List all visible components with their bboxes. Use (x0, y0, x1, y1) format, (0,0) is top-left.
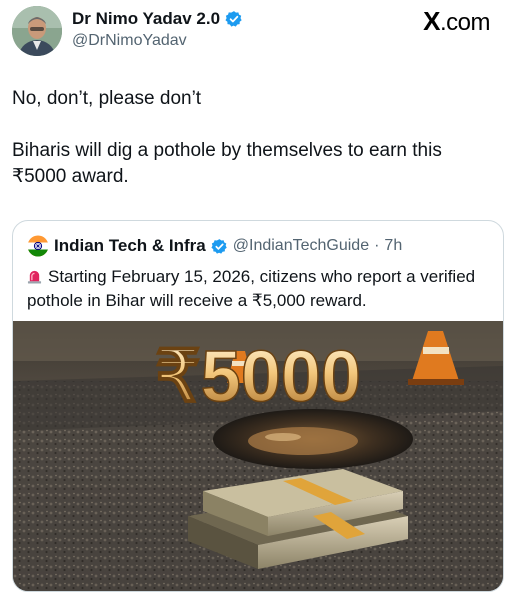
site-mark-suffix: .com (439, 9, 491, 36)
pothole-with-cash-stack-image[interactable]: ₹5000 (13, 321, 503, 591)
quoted-body: Starting February 15, 2026, citizens who… (27, 265, 497, 313)
quoted-time[interactable]: 7h (384, 237, 402, 255)
tweet-text-line1: No, don’t, please don’t (12, 88, 202, 109)
quoted-separator: · (374, 237, 380, 254)
author-display-name[interactable]: Dr Nimo Yadav 2.0 (72, 9, 220, 29)
quoted-tweet-card[interactable]: Indian Tech & Infra @IndianTechGuide · 7h … (12, 220, 504, 592)
quoted-body-text: Starting February 15, 2026, citizens who… (27, 267, 476, 310)
x-logo-icon: X (423, 6, 440, 36)
quoted-display-name[interactable]: Indian Tech & Infra (54, 236, 206, 256)
verified-badge-icon (225, 11, 242, 27)
avatar-portrait-icon (12, 6, 62, 56)
x-com-watermark: X.com (423, 6, 490, 37)
quoted-handle[interactable]: @IndianTechGuide (233, 237, 369, 255)
tweet-text-line2: Biharis will dig a pothole by themselves… (12, 140, 442, 187)
siren-icon (27, 270, 42, 284)
author-name-row: Dr Nimo Yadav 2.0 (72, 9, 243, 29)
author-avatar[interactable] (12, 6, 62, 56)
verified-badge-icon (211, 238, 227, 254)
image-overlay-amount: ₹5000 (155, 337, 361, 417)
india-flag-wheel-icon (27, 235, 49, 257)
quoted-header: Indian Tech & Infra @IndianTechGuide · 7h (27, 235, 402, 257)
author-handle[interactable]: @DrNimoYadav (72, 32, 187, 50)
